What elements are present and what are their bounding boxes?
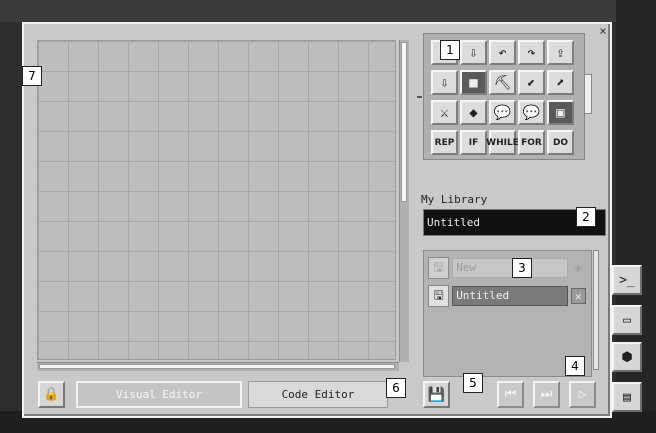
disk-icon: 🖫 (428, 257, 450, 279)
pickaxe-icon[interactable]: ⛏ (489, 70, 516, 95)
if-button[interactable]: IF (460, 130, 487, 155)
rewind-icon[interactable]: ⏮ (497, 381, 524, 408)
while-button[interactable]: WHILE (486, 130, 519, 155)
grid-horizontal-scrollbar[interactable] (37, 362, 399, 371)
disk-icon: 🖫 (428, 285, 450, 307)
callout-6: 6 (386, 378, 406, 398)
palette-collapse-dash (417, 96, 422, 98)
lock-icon[interactable]: 🔒 (38, 381, 65, 408)
close-icon[interactable]: × (597, 25, 609, 37)
disk-tab-icon[interactable]: ▤ (612, 382, 642, 412)
delete-icon[interactable]: ✕ (570, 288, 586, 304)
new-program-row: 🖫 New ✚ (428, 256, 586, 280)
speech-bubble-icon[interactable]: 💬 (489, 100, 516, 125)
block-icon[interactable]: ■ (460, 70, 487, 95)
move-up-icon[interactable]: ⇪ (547, 40, 574, 65)
callout-3: 3 (512, 258, 532, 278)
add-icon[interactable]: ✚ (571, 260, 586, 276)
library-scrollbar[interactable] (593, 250, 599, 370)
visual-editor-grid[interactable] (37, 40, 396, 360)
for-button[interactable]: FOR (518, 130, 545, 155)
tab-visual-editor[interactable]: Visual Editor (76, 381, 242, 408)
dig-up-icon[interactable]: ⬈ (547, 70, 574, 95)
arrow-down-icon[interactable]: ⇩ (460, 40, 487, 65)
terminal-tab-icon[interactable]: >_ (612, 265, 642, 295)
grid-vertical-scroll-thumb[interactable] (401, 42, 407, 202)
save-icon[interactable]: 💾 (423, 381, 450, 408)
place-block-icon[interactable]: ◆ (460, 100, 487, 125)
speech-bubble-faded-icon[interactable]: 💬 (518, 100, 545, 125)
callout-5: 5 (463, 373, 483, 393)
grid-horizontal-scroll-thumb[interactable] (39, 364, 395, 369)
block-tab-icon[interactable]: ⬢ (612, 342, 642, 372)
dig-down-icon[interactable]: ⬋ (518, 70, 545, 95)
rep-button[interactable]: REP (431, 130, 458, 155)
move-down-icon[interactable]: ⇩ (431, 70, 458, 95)
callout-4: 4 (565, 356, 585, 376)
turn-right-icon[interactable]: ↷ (518, 40, 545, 65)
program-item-name[interactable]: Untitled (452, 286, 568, 306)
tab-code-editor[interactable]: Code Editor (248, 381, 388, 408)
turn-left-icon[interactable]: ↶ (489, 40, 516, 65)
grid-vertical-scrollbar[interactable] (399, 40, 409, 362)
sword-icon[interactable]: ⚔ (431, 100, 458, 125)
new-program-input[interactable]: New (452, 258, 568, 278)
background-top (0, 0, 656, 22)
library-label: My Library (421, 193, 488, 206)
monitor-tab-icon[interactable]: ▭ (612, 305, 642, 335)
list-item[interactable]: 🖫 Untitled ✕ (428, 284, 586, 308)
palette-scrollbar[interactable] (584, 74, 592, 114)
do-button[interactable]: DO (547, 130, 574, 155)
callout-2: 2 (576, 207, 596, 227)
chest-icon[interactable]: ▣ (547, 100, 574, 125)
play-icon[interactable]: ▷ (569, 381, 596, 408)
callout-7: 7 (22, 66, 42, 86)
step-icon[interactable]: ⏭ (533, 381, 560, 408)
callout-1: 1 (440, 40, 460, 60)
